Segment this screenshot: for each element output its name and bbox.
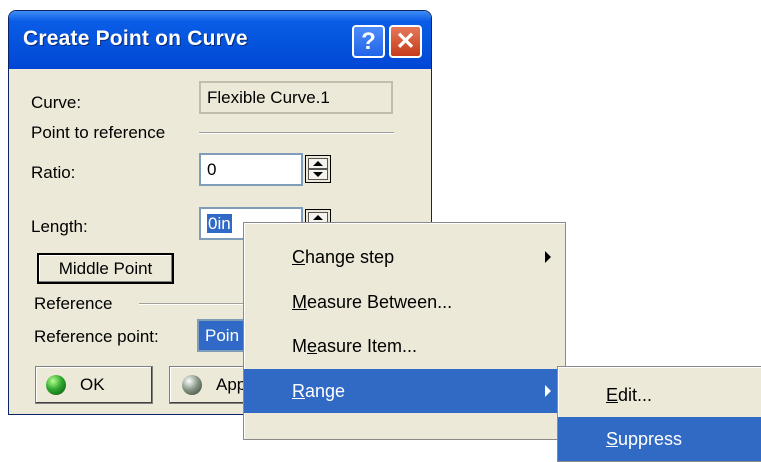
ratio-label: Ratio: [31, 163, 76, 182]
menu-item-label: ange [305, 381, 346, 401]
context-menu: Change step Measure Between... Measure I… [243, 222, 566, 440]
length-label: Length: [31, 217, 88, 236]
close-icon[interactable]: ✕ [389, 25, 422, 58]
menu-item-label: dit... [618, 385, 653, 405]
submenu-item-suppress[interactable]: Suppress [558, 417, 761, 461]
menu-mnemonic: C [292, 247, 305, 267]
ratio-input[interactable]: 0 [199, 153, 303, 186]
curve-field[interactable]: Flexible Curve.1 [199, 81, 393, 114]
menu-mnemonic: M [292, 292, 307, 312]
submenu-arrow-icon [545, 251, 551, 263]
apply-ball-icon [182, 375, 202, 395]
help-icon[interactable]: ? [352, 25, 385, 58]
ok-button[interactable]: OK [35, 366, 153, 404]
submenu-arrow-icon [545, 385, 551, 397]
reference-group-label: Reference [34, 294, 113, 313]
curve-label: Curve: [31, 93, 82, 112]
ok-label: OK [80, 375, 105, 394]
reference-point-label: Reference point: [34, 327, 159, 346]
menu-item-change-step[interactable]: Change step [244, 235, 565, 279]
menu-item-label-prefix: M [292, 336, 307, 356]
menu-mnemonic: R [292, 381, 305, 401]
middle-point-button[interactable]: Middle Point [37, 253, 174, 284]
submenu-item-edit[interactable]: Edit... [558, 373, 761, 417]
ok-ball-icon [46, 375, 66, 395]
menu-item-label: asure Item... [317, 336, 418, 356]
range-submenu: Edit... Suppress [557, 366, 761, 462]
spin-down-icon[interactable] [308, 169, 328, 180]
menu-item-measure-between[interactable]: Measure Between... [244, 280, 565, 324]
apply-label: App [216, 375, 247, 394]
menu-mnemonic: E [606, 385, 619, 405]
spin-up-icon[interactable] [308, 158, 328, 169]
menu-mnemonic: S [606, 429, 619, 449]
dialog-titlebar[interactable]: Create Point on Curve ? ✕ [9, 11, 431, 69]
menu-item-range[interactable]: Range [244, 369, 565, 413]
dialog-title: Create Point on Curve [23, 27, 248, 50]
point-to-reference-group-label: Point to reference [31, 123, 166, 142]
menu-mnemonic: e [307, 336, 318, 356]
group-divider [199, 132, 394, 134]
ratio-spinner[interactable] [305, 155, 331, 183]
menu-item-measure-item[interactable]: Measure Item... [244, 324, 565, 368]
menu-item-label: easure Between... [307, 292, 453, 312]
menu-item-label: uppress [618, 429, 683, 449]
length-input-selected-text: 0in [207, 214, 232, 233]
menu-item-label: hange step [305, 247, 395, 267]
